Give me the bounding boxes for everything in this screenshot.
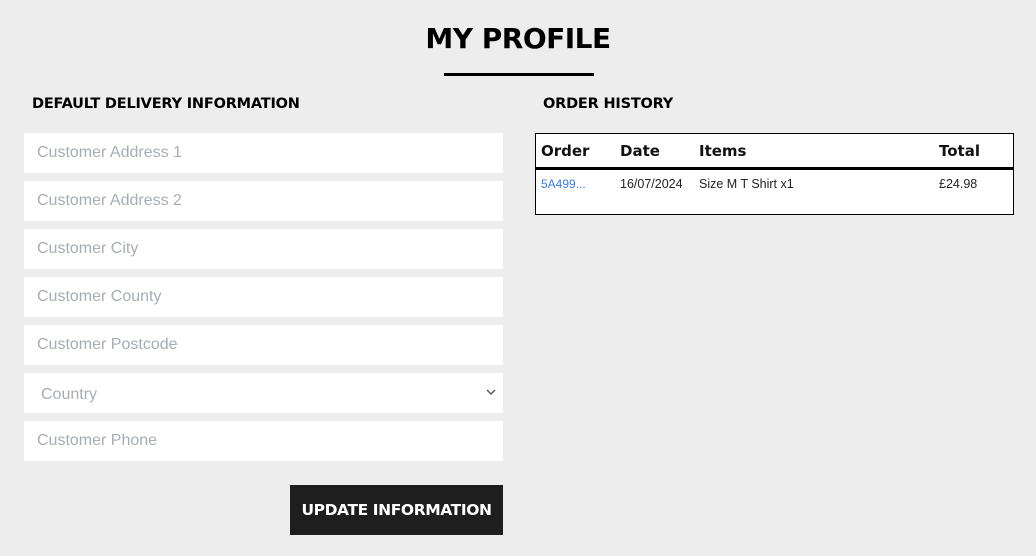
- update-information-button[interactable]: UPDATE INFORMATION: [290, 485, 503, 535]
- order-items-cell: Size M T Shirt x1: [699, 177, 794, 191]
- column-header-items: Items: [699, 142, 747, 160]
- order-date-cell: 16/07/2024: [620, 177, 683, 191]
- city-input[interactable]: [24, 229, 503, 269]
- county-input[interactable]: [24, 277, 503, 317]
- postcode-input[interactable]: [24, 325, 503, 365]
- order-cell: 5A499...: [541, 177, 586, 191]
- chevron-down-icon: [486, 389, 496, 395]
- order-total-cell: £24.98: [939, 177, 978, 191]
- address2-input[interactable]: [24, 181, 503, 221]
- column-header-total: Total: [939, 142, 980, 160]
- page-title: MY PROFILE: [425, 22, 611, 55]
- title-underline: [444, 73, 594, 76]
- country-select-value: Country: [41, 386, 98, 403]
- phone-input[interactable]: [24, 421, 503, 461]
- column-header-date: Date: [620, 142, 660, 160]
- column-header-order: Order: [541, 142, 590, 160]
- order-history-table: Order Date Items Total 5A499... 16/07/20…: [535, 133, 1014, 215]
- address1-input[interactable]: [24, 133, 503, 173]
- country-select[interactable]: Country: [24, 373, 503, 413]
- order-number-link[interactable]: 5A499...: [541, 177, 586, 191]
- table-header: Order Date Items Total: [536, 134, 1013, 170]
- orders-heading: ORDER HISTORY: [543, 96, 674, 112]
- delivery-heading: DEFAULT DELIVERY INFORMATION: [32, 96, 300, 112]
- table-row: 5A499... 16/07/2024 Size M T Shirt x1 £2…: [536, 170, 1013, 210]
